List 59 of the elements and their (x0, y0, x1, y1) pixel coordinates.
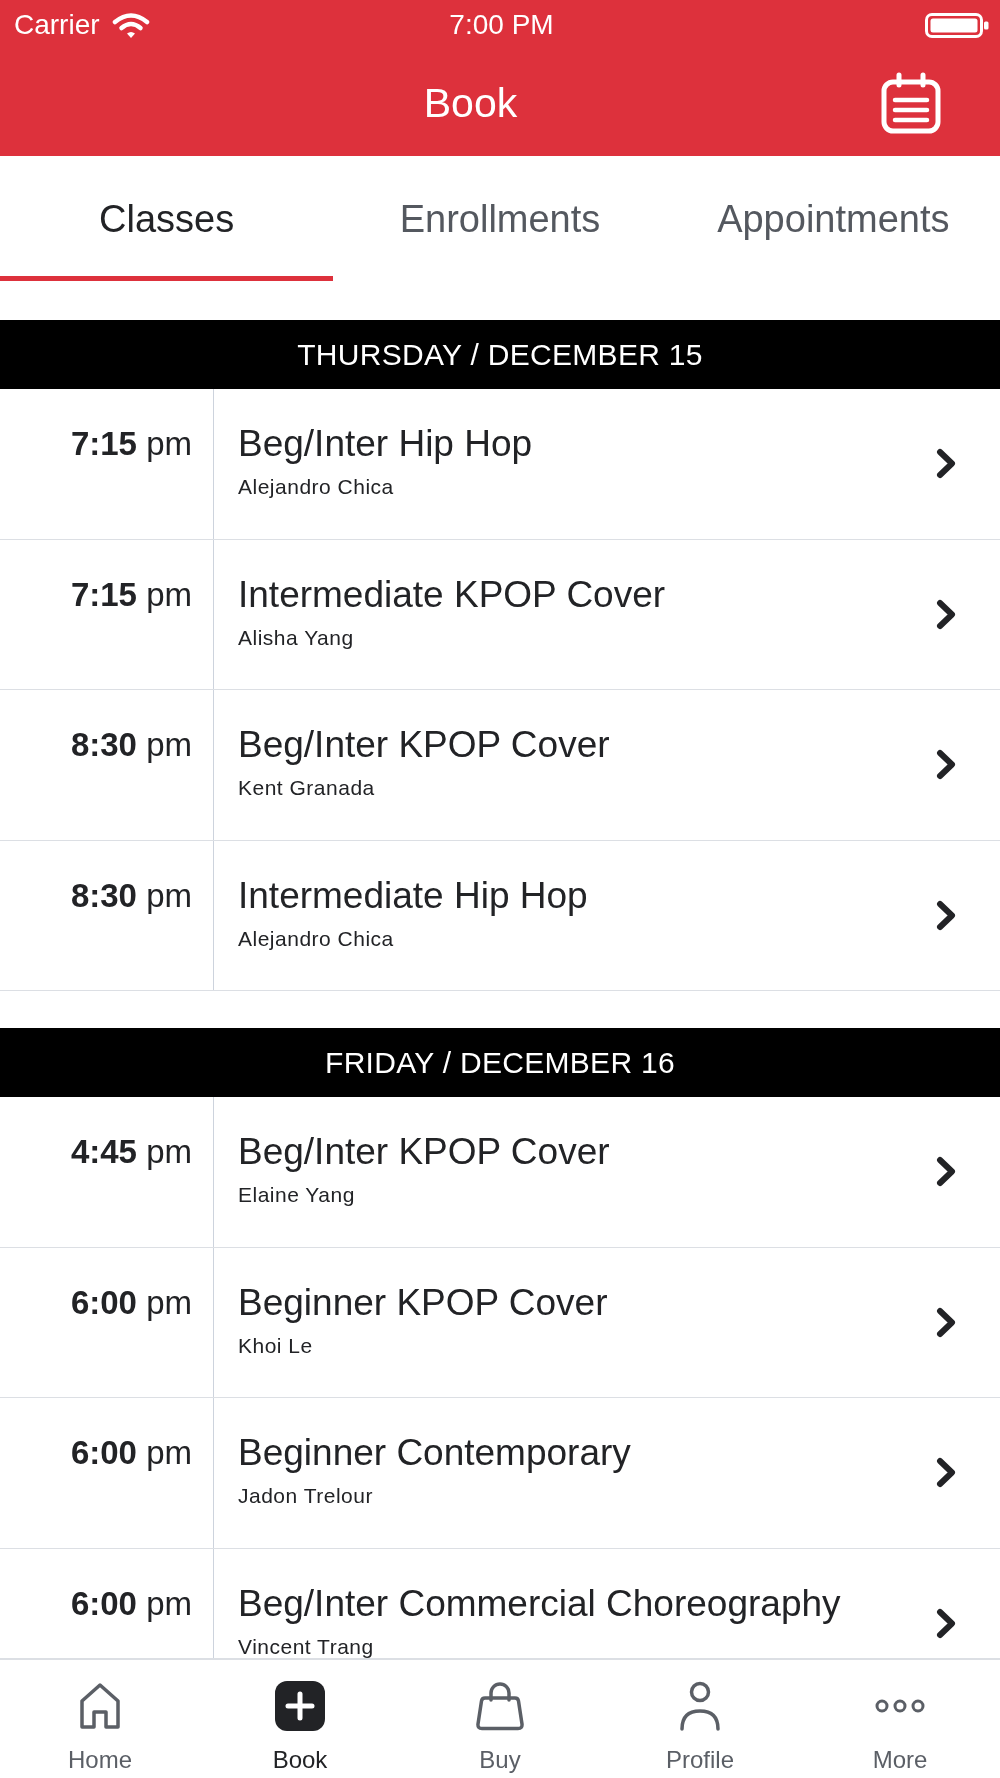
three-dots-icon[interactable] (875, 1699, 925, 1713)
class-time: 6:00 pm (70, 1583, 192, 1624)
page-title: Book (423, 79, 518, 127)
class-time: 7:15 pm (70, 424, 192, 464)
instructor-name: Alejandro Chica (238, 474, 394, 499)
tab[interactable]: Enrollments (333, 156, 667, 281)
class-time: 8:30 pm (70, 725, 192, 765)
instructor-name: Alejandro Chica (238, 925, 394, 951)
class-time: 6:00 pm (70, 1433, 192, 1473)
tab[interactable]: Appointments (666, 156, 1000, 281)
instructor-name: Khoi Le (238, 1332, 313, 1358)
instructor-name: Kent Granada (238, 775, 375, 800)
class-name: Beginner Contemporary (238, 1432, 631, 1474)
nav-tab[interactable]: Buy (400, 1660, 600, 1778)
class-time: 4:45 pm (70, 1132, 192, 1172)
class-list-item[interactable]: 4:45 pm Beg/Inter KPOP Cover Elaine Yang (0, 1097, 1000, 1248)
class-name: Beg/Inter KPOP Cover (238, 724, 610, 766)
nav-tab[interactable]: Book (200, 1660, 400, 1778)
instructor-name: Vincent Trang (238, 1633, 374, 1658)
nav-tab[interactable]: More (800, 1660, 1000, 1778)
bag-icon[interactable] (475, 1681, 525, 1731)
battery-icon (925, 12, 989, 38)
day-header: FRIDAY / DECEMBER 16 (0, 1028, 1000, 1097)
class-time: 7:15 pm (70, 574, 192, 615)
class-list-item[interactable]: 6:00 pm Beg/Inter Commercial Choreography Vincent Trang (0, 1548, 1000, 1659)
nav-tab[interactable]: Profile (600, 1660, 800, 1778)
chevron-right-icon (936, 1306, 958, 1338)
instructor-name: Alisha Yang (238, 624, 354, 650)
chevron-right-icon (936, 448, 958, 479)
class-list-item[interactable]: 7:15 pm Intermediate KPOP Cover Alisha Yang (0, 539, 1000, 690)
class-time: 6:00 pm (70, 1282, 192, 1323)
tab[interactable]: Classes (0, 156, 334, 281)
class-name: Intermediate KPOP Cover (238, 573, 666, 616)
instructor-name: Jadon Trelour (238, 1483, 373, 1508)
class-name: Intermediate Hip Hop (238, 874, 588, 917)
wifi-icon (111, 11, 150, 39)
chevron-right-icon (936, 1607, 958, 1639)
class-name: Beg/Inter Commercial Choreography (238, 1582, 841, 1625)
chevron-right-icon (936, 598, 958, 630)
carrier-name: Carrier (14, 9, 100, 41)
clock-time: 7:00 PM (449, 9, 554, 41)
class-list-item[interactable]: 6:00 pm Beginner KPOP Cover Khoi Le (0, 1247, 1000, 1398)
nav-tab[interactable]: Home (0, 1660, 200, 1778)
class-list-item[interactable]: 6:00 pm Beginner Contemporary Jadon Trelour (0, 1398, 1000, 1549)
chevron-right-icon (936, 1156, 958, 1187)
chevron-right-icon (936, 1457, 958, 1488)
class-list-item[interactable]: 7:15 pm Beg/Inter Hip Hop Alejandro Chica (0, 389, 1000, 540)
class-time: 8:30 pm (70, 875, 192, 916)
calendar-icon[interactable] (881, 72, 941, 134)
class-name: Beginner KPOP Cover (238, 1281, 608, 1324)
class-list-item[interactable]: 8:30 pm Intermediate Hip Hop Alejandro Chica (0, 840, 1000, 991)
class-name: Beg/Inter Hip Hop (238, 423, 533, 465)
class-list-item[interactable]: 8:30 pm Beg/Inter KPOP Cover Kent Granada (0, 690, 1000, 841)
class-name: Beg/Inter KPOP Cover (238, 1131, 610, 1173)
day-header: THURSDAY / DECEMBER 15 (0, 320, 1000, 389)
chevron-right-icon (936, 899, 958, 931)
chevron-right-icon (936, 749, 958, 780)
plus-icon[interactable] (275, 1681, 325, 1731)
instructor-name: Elaine Yang (238, 1182, 355, 1207)
